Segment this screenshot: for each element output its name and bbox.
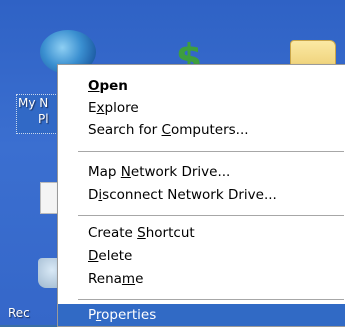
menu-item-map-network-drive[interactable]: Map Network Drive... [58,161,345,183]
menu-item-rename[interactable]: Rename [58,268,345,290]
menu-item-create-shortcut[interactable]: Create Shortcut [58,222,345,244]
menu-separator [78,151,344,152]
desktop-label-recycle-bin: Rec [8,306,30,320]
desktop-label-my-network-line2: Pl [38,112,49,126]
menu-item-properties[interactable]: Properties [58,304,345,326]
context-menu: Open Explore Search for Computers... Map… [57,64,345,327]
menu-separator [78,299,344,300]
menu-item-search-for-computers[interactable]: Search for Computers... [58,119,345,141]
menu-item-delete[interactable]: Delete [58,245,345,267]
menu-item-disconnect-network-drive[interactable]: Disconnect Network Drive... [58,184,345,206]
menu-item-explore[interactable]: Explore [58,97,345,119]
menu-item-open[interactable]: Open [58,75,345,97]
desktop-label-my-network: My N [18,96,49,110]
menu-separator [78,215,344,216]
